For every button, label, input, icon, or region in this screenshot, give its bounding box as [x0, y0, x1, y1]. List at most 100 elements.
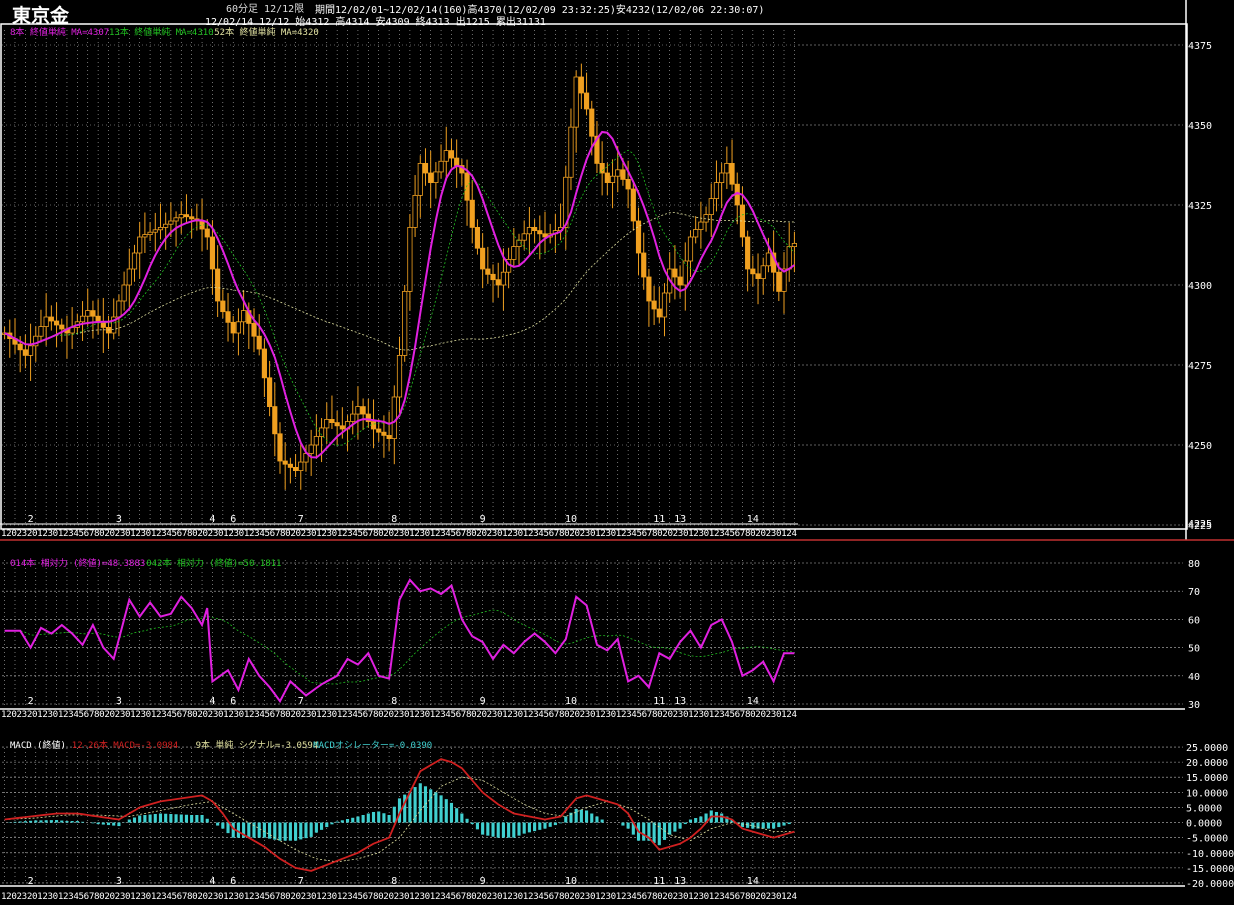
candle-body	[38, 326, 44, 337]
day-tick-label: 6	[230, 696, 236, 707]
rsi-legend-item: 042本 相対力 (終値)=50.1811	[146, 557, 281, 569]
candle-body	[469, 199, 475, 228]
macd-legend-item: 9本 単純 シグナル=-3.0594	[196, 739, 319, 751]
day-tick-label: 8	[391, 876, 397, 887]
candle-body	[407, 226, 413, 292]
candle-body	[391, 396, 397, 439]
macd-tick-label: 20.0000	[1186, 758, 1228, 769]
candle-body	[625, 178, 631, 190]
candle-body	[589, 108, 595, 137]
day-tick-label: 8	[391, 514, 397, 525]
day-tick-label: 7	[298, 696, 304, 707]
candle-body	[687, 236, 694, 262]
candle-body	[480, 247, 486, 270]
candle-body	[287, 463, 293, 468]
candle-body	[329, 418, 335, 423]
price-panel-frame	[0, 23, 1188, 530]
candle-body	[604, 172, 610, 183]
candle-body	[292, 466, 299, 471]
candle-body	[220, 300, 226, 313]
candle-body	[381, 431, 387, 436]
candle-body	[241, 310, 247, 323]
hour-tick-strip: 1202320123012345678020230123012345678020…	[1, 891, 797, 902]
rsi-tick-label: 30	[1188, 700, 1200, 711]
day-tick-label: 14	[747, 876, 759, 887]
candle-body	[152, 229, 158, 233]
candle-body	[422, 162, 429, 174]
candle-body	[79, 315, 86, 323]
day-tick-label: 6	[230, 514, 236, 525]
day-tick-label: 2	[28, 876, 34, 887]
candle-body	[334, 422, 340, 427]
day-tick-label: 9	[480, 876, 486, 887]
candle-body	[708, 198, 714, 216]
candle-body	[641, 252, 647, 278]
candle-body	[526, 226, 532, 235]
candle-body	[313, 436, 319, 446]
chart-canvas[interactable]: 43754350432543004275425042258本 終値単純 MA=4…	[0, 0, 1234, 905]
candle-body	[599, 162, 605, 174]
candle-body	[729, 162, 735, 185]
candle-body	[713, 182, 720, 200]
day-tick-label: 13	[674, 514, 686, 525]
day-tick-label: 14	[747, 514, 759, 525]
price-tick-label: 4225	[1188, 519, 1212, 530]
day-tick-label: 3	[116, 514, 122, 525]
candle-body	[53, 320, 60, 326]
day-tick-label: 9	[480, 696, 486, 707]
day-tick-label: 11	[653, 876, 665, 887]
candle-body	[163, 223, 169, 228]
candle-body	[682, 260, 688, 286]
candle-body	[651, 300, 657, 310]
candle-body	[376, 428, 382, 433]
day-tick-label: 4	[209, 696, 215, 707]
price-legend-item: 13本 終値単純 MA=4310	[109, 26, 214, 38]
candle-body	[261, 348, 267, 379]
macd-tick-label: -10.0000	[1186, 849, 1234, 860]
hour-tick-strip: 1202320123012345678020230123012345678020…	[1, 528, 797, 539]
candle-body	[137, 236, 143, 254]
candle-body	[256, 335, 262, 350]
candle-body	[698, 221, 704, 230]
candle-body	[225, 311, 231, 323]
candle-body	[209, 236, 216, 270]
candle-body	[267, 377, 273, 407]
candle-body	[630, 188, 636, 222]
candle-body	[750, 268, 756, 275]
candle-body	[308, 444, 314, 454]
day-tick-label: 2	[28, 696, 34, 707]
day-tick-label: 4	[209, 514, 215, 525]
price-tick-label: 4325	[1188, 201, 1212, 212]
candle-body	[230, 321, 236, 334]
candle-body	[719, 172, 725, 183]
macd-tick-label: -20.0000	[1186, 879, 1234, 890]
candle-body	[235, 321, 242, 334]
candle-body	[17, 343, 23, 351]
candle-body	[27, 345, 34, 356]
day-tick-label: 4	[209, 876, 215, 887]
candle-body	[656, 308, 662, 318]
candle-body	[85, 310, 91, 317]
day-tick-label: 14	[747, 696, 759, 707]
candle-body	[490, 273, 496, 281]
day-tick-label: 13	[674, 696, 686, 707]
candle-body	[448, 150, 455, 159]
macd-tick-label: 0.0000	[1186, 819, 1222, 830]
candle-body	[59, 324, 65, 330]
day-tick-label: 10	[565, 696, 577, 707]
candle-body	[521, 233, 527, 241]
candle-body	[776, 271, 782, 292]
candle-body	[396, 354, 403, 398]
candle-body	[755, 273, 761, 279]
day-tick-label: 11	[653, 696, 665, 707]
candle-body	[355, 406, 361, 415]
candle-body	[495, 279, 501, 286]
candle-body	[360, 406, 366, 415]
rsi-tick-label: 60	[1188, 615, 1200, 626]
candle-body	[324, 418, 330, 429]
candle-body	[298, 461, 304, 472]
price-tick-label: 4350	[1188, 121, 1212, 132]
day-tick-label: 11	[653, 514, 665, 525]
rsi-legend-item: 014本 相対力 (終値)=48.3883	[10, 557, 145, 569]
macd-tick-label: -15.0000	[1186, 864, 1234, 875]
